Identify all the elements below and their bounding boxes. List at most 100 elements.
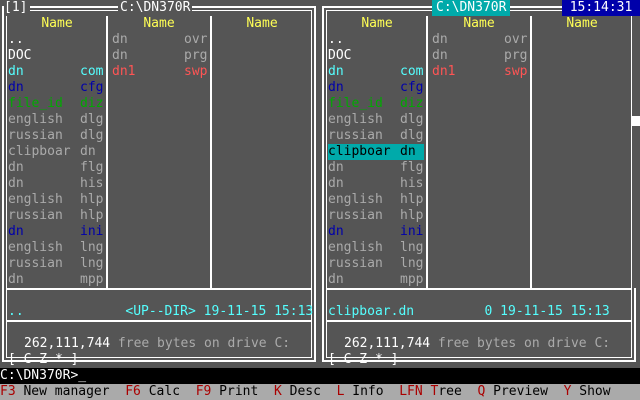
- right-scrollbar[interactable]: [632, 16, 640, 288]
- file-name: russian: [328, 208, 383, 223]
- right-col1-file-entry[interactable]: ..: [328, 32, 424, 48]
- right-col2-header[interactable]: Name: [428, 16, 530, 32]
- file-name: dn: [328, 64, 344, 79]
- keybar-item[interactable]: K Desc: [274, 384, 329, 399]
- right-col1-file-entry[interactable]: english lng: [328, 240, 424, 256]
- left-col1-file-entry[interactable]: dn ini: [8, 224, 104, 240]
- keybar-item[interactable]: LFN: [399, 384, 430, 399]
- right-col1-file-entry[interactable]: russian lng: [328, 256, 424, 272]
- right-col2-file-entry[interactable]: dn1 swp: [432, 64, 528, 80]
- left-col1-file-entry[interactable]: dn flg: [8, 160, 104, 176]
- right-col1-file-entry[interactable]: clipboar dn: [328, 144, 424, 160]
- right-col1-header[interactable]: Name: [328, 16, 426, 32]
- file-extension: diz: [80, 96, 104, 111]
- left-col1-file-entry[interactable]: dn mpp: [8, 272, 104, 288]
- file-name: dn: [328, 224, 344, 239]
- left-drive-selector[interactable]: [ C Z * ]: [8, 352, 78, 368]
- right-file-panel[interactable]: C:\DN370R Name Name Name .. DOC dn com dn cfg…: [320, 0, 640, 368]
- left-column-separator-2: [210, 16, 212, 288]
- right-panel-path[interactable]: C:\DN370R: [432, 0, 511, 16]
- left-col1-file-entry[interactable]: russian dlg: [8, 128, 104, 144]
- left-col1-file-entry[interactable]: english dlg: [8, 112, 104, 128]
- file-name: dn1: [112, 64, 136, 79]
- keybar-key: LFN: [399, 384, 423, 399]
- file-name: russian: [328, 128, 383, 143]
- left-col2-header[interactable]: Name: [108, 16, 210, 32]
- keybar-item[interactable]: L Info: [337, 384, 392, 399]
- right-col1-file-entry[interactable]: russian dlg: [328, 128, 424, 144]
- left-file-panel[interactable]: [1] C:\DN370R Name Name Name .. DOC dn com d…: [0, 0, 320, 368]
- file-extension: lng: [400, 256, 424, 271]
- left-col1-file-entry[interactable]: ..: [8, 32, 104, 48]
- right-col1-file-entry[interactable]: dn mpp: [328, 272, 424, 288]
- command-prompt[interactable]: C:\DN370R>_: [0, 368, 86, 383]
- file-extension: dn: [80, 144, 96, 159]
- file-extension: his: [400, 176, 424, 191]
- left-panel-path[interactable]: C:\DN370R: [118, 0, 193, 16]
- keybar-item[interactable]: Y Show: [564, 384, 611, 399]
- right-scrollbar-thumb[interactable]: [632, 116, 640, 126]
- keybar-item[interactable]: F6 Calc: [125, 384, 188, 399]
- left-col1-file-entry[interactable]: english hlp: [8, 192, 104, 208]
- left-col1-file-entry[interactable]: clipboar dn: [8, 144, 104, 160]
- left-col1-header[interactable]: Name: [8, 16, 106, 32]
- right-col1-file-entry[interactable]: dn ini: [328, 224, 424, 240]
- right-col1-file-entry[interactable]: dn flg: [328, 160, 424, 176]
- file-extension: cfg: [80, 80, 104, 95]
- left-col2-file-entry[interactable]: dn prg: [112, 48, 208, 64]
- keybar-label: Info: [344, 384, 392, 399]
- keybar-item[interactable]: Tree: [431, 384, 470, 399]
- right-col1-file-entry[interactable]: dn cfg: [328, 80, 424, 96]
- right-col3-header[interactable]: Name: [532, 16, 632, 32]
- left-col1-file-entry[interactable]: DOC: [8, 48, 104, 64]
- right-col1-file-entry[interactable]: english dlg: [328, 112, 424, 128]
- file-extension: swp: [184, 64, 208, 79]
- left-col2-file-entry[interactable]: dn1 swp: [112, 64, 208, 80]
- left-col3-header[interactable]: Name: [212, 16, 312, 32]
- clock: 15:14:31: [562, 0, 640, 16]
- file-extension: cfg: [400, 80, 424, 95]
- file-extension: mpp: [400, 272, 424, 287]
- keybar-item[interactable]: F9 Print: [196, 384, 266, 399]
- right-col1-file-entry[interactable]: english hlp: [328, 192, 424, 208]
- file-name: dn: [328, 80, 344, 95]
- file-extension: com: [80, 64, 104, 79]
- keybar-item[interactable]: Q Preview: [478, 384, 556, 399]
- right-drives-text[interactable]: [ C Z * ]: [328, 352, 398, 367]
- left-col1-file-entry[interactable]: dn com: [8, 64, 104, 80]
- right-col1-file-entry[interactable]: DOC: [328, 48, 424, 64]
- left-col1-file-entry[interactable]: file_id diz: [8, 96, 104, 112]
- file-name: clipboar: [8, 144, 71, 159]
- left-col1-file-entry[interactable]: russian lng: [8, 256, 104, 272]
- right-col1-file-entry[interactable]: dn com: [328, 64, 424, 80]
- right-col2-file-entry[interactable]: dn prg: [432, 48, 528, 64]
- file-name: dn: [112, 48, 128, 63]
- file-name: dn: [432, 32, 448, 47]
- keybar-label: Desc: [281, 384, 329, 399]
- left-col1-file-entry[interactable]: russian hlp: [8, 208, 104, 224]
- right-drive-selector[interactable]: [ C Z * ]: [328, 352, 398, 368]
- right-free-space: 262,111,744 free bytes on drive C:: [344, 336, 610, 352]
- left-col1-file-entry[interactable]: dn his: [8, 176, 104, 192]
- keybar-key: F9: [195, 384, 212, 399]
- left-drives-text[interactable]: [ C Z * ]: [8, 352, 78, 367]
- left-col1-file-entry[interactable]: english lng: [8, 240, 104, 256]
- left-col1-file-entry[interactable]: dn cfg: [8, 80, 104, 96]
- file-extension: com: [400, 64, 424, 79]
- right-col1-file-entry[interactable]: dn his: [328, 176, 424, 192]
- left-col2-file-entry[interactable]: dn ovr: [112, 32, 208, 48]
- right-col1-file-entry[interactable]: file_id diz: [328, 96, 424, 112]
- left-panel-number[interactable]: [1]: [4, 0, 30, 16]
- left-free-separator: [6, 320, 312, 322]
- right-col2-file-entry[interactable]: dn ovr: [432, 32, 528, 48]
- right-col1-file-entry[interactable]: russian hlp: [328, 208, 424, 224]
- file-extension: prg: [504, 48, 528, 63]
- left-status-line: .. <UP--DIR> 19-11-15 15:13: [8, 304, 314, 319]
- keybar-label: Preview: [485, 384, 556, 399]
- keybar-item[interactable]: F3 New manager: [0, 384, 117, 399]
- file-name: dn: [328, 272, 344, 287]
- command-line[interactable]: C:\DN370R>_: [0, 368, 640, 384]
- file-name: dn: [8, 272, 24, 287]
- file-name: file_id: [8, 96, 63, 111]
- file-name: DOC: [328, 48, 352, 63]
